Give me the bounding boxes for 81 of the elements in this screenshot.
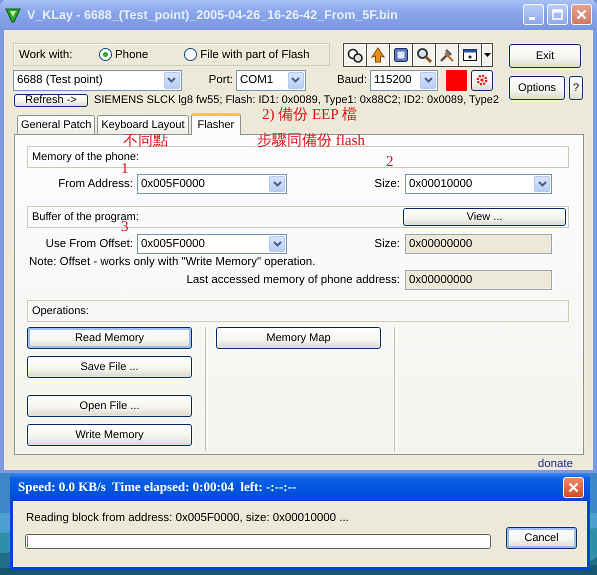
bubbles-icon (347, 46, 363, 63)
operation-button[interactable]: Read Memory (27, 326, 192, 349)
donate-link[interactable]: donate (538, 458, 573, 470)
minimize-button[interactable] (523, 4, 544, 26)
note-text: Note: Offset - works only with "Write Memory" operation. (28, 256, 316, 270)
close-button[interactable] (571, 4, 592, 26)
phone-info: SIEMENS SLCK lg8 fw55; Flash: ID1: 0x0089, Type1: 0x88C2; ID2: 0x0089, Type2 (94, 94, 499, 106)
dialog-title: Speed: 0.0 KB/s Time elapsed: 0:00:04 left: -:--:-- (18, 479, 298, 495)
field-label: Size: (373, 238, 400, 250)
options-button[interactable]: Options (509, 76, 565, 100)
group-heading: Buffer of the program: (32, 210, 139, 223)
dropdown[interactable]: 0x005F0000 (137, 234, 287, 254)
dropdown-button[interactable] (420, 72, 436, 89)
exit-button[interactable]: Exit (509, 44, 581, 68)
baud-label: Baud: (336, 74, 368, 86)
dropdown-button[interactable] (288, 72, 304, 89)
field-label: Size: (373, 178, 400, 190)
annotation: 1 (121, 162, 128, 177)
maximize-icon (552, 9, 563, 20)
operation-button[interactable]: Memory Map (216, 326, 381, 349)
annotation: 2 (386, 155, 394, 170)
dropdown-button[interactable] (269, 176, 285, 192)
chevron-icon (424, 77, 433, 84)
maximize-button[interactable] (547, 4, 568, 26)
group-heading: Memory of the phone: (32, 150, 140, 163)
field-label: Use From Offset: (44, 238, 133, 250)
dropdown[interactable]: 6688 (Test point) (13, 70, 182, 91)
dropdown[interactable]: 0x005F0000 (137, 174, 287, 194)
view-button[interactable]: View ... (403, 208, 566, 226)
radio-option[interactable]: Phone (99, 48, 148, 62)
minimize-icon (529, 16, 535, 20)
annotation: 步驟同備份 flash (257, 134, 365, 149)
annotation: 2) 備份 EEP 檔 (262, 108, 357, 123)
operation-button[interactable]: Open File ... (27, 394, 192, 417)
gear-icon (476, 74, 488, 86)
work-with-label: Work with: (19, 48, 74, 61)
group-heading: Operations: (32, 304, 89, 317)
settings-button[interactable] (471, 70, 493, 91)
chevron-icon (272, 180, 282, 187)
field-label: From Address: (57, 178, 133, 190)
dropdown-button[interactable] (534, 176, 550, 192)
radio-circle[interactable] (184, 48, 198, 62)
chevron-icon (538, 180, 546, 187)
field-label: Last accessed memory of phone address: (185, 274, 400, 286)
radio-label: File with part of Flash (200, 48, 310, 61)
caret-icon (484, 52, 490, 57)
radio-label: Phone (115, 48, 148, 61)
window-icon (462, 46, 478, 63)
radio-circle[interactable] (99, 48, 112, 62)
readonly-field: 0x00000000 (405, 234, 552, 254)
close-button[interactable] (563, 476, 584, 498)
radio-option[interactable]: File with part of Flash (184, 48, 310, 62)
dropdown[interactable]: COM1 (236, 70, 306, 91)
tab[interactable]: Flasher (190, 112, 242, 135)
readonly-field: 0x00000000 (405, 270, 552, 290)
close-icon (568, 482, 579, 492)
port-label: Port: (208, 74, 233, 86)
window-title: V_KLay - 6688_(Test_point)_2005-04-26_16-26-42_From_5F.bin (27, 8, 399, 22)
refresh-button[interactable]: Refresh -> (14, 94, 88, 107)
dropdown[interactable]: 0x00010000 (405, 174, 552, 194)
dropdown[interactable]: 115200 (370, 70, 438, 91)
magnifier-icon (416, 46, 432, 63)
arrow-icon (370, 46, 386, 63)
dropdown-button[interactable] (164, 72, 180, 89)
operation-button[interactable]: Save File ... (27, 356, 192, 378)
tab[interactable]: Keyboard Layout (97, 114, 188, 134)
chevron-icon (291, 77, 300, 84)
tab[interactable]: General Patch (17, 114, 96, 134)
dropdown-button[interactable] (269, 236, 285, 252)
help-button[interactable]: ? (569, 76, 583, 100)
annotation: 3 (121, 220, 128, 235)
chevron-icon (167, 77, 176, 84)
status-indicator (446, 70, 467, 91)
app-icon (5, 6, 21, 23)
chevron-icon (272, 240, 282, 247)
operation-button[interactable]: Write Memory (27, 424, 192, 446)
tools-icon (439, 46, 455, 63)
progress-message: Reading block from address: 0x005F0000, size: 0x00010000 ... (26, 512, 350, 526)
cancel-button[interactable]: Cancel (506, 527, 577, 549)
close-icon (576, 9, 587, 20)
chip-icon (393, 46, 409, 63)
